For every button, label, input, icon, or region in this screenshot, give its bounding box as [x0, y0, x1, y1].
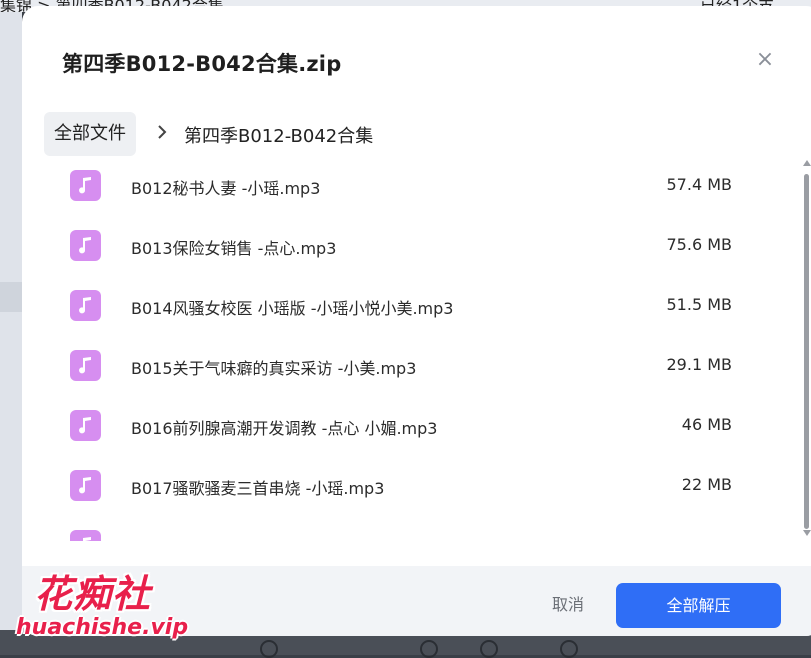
- file-name: B015关于气味癖的真实采访 -小美.mp3: [131, 359, 417, 378]
- background-sidebar-band: [0, 282, 22, 312]
- cancel-button[interactable]: 取消: [532, 586, 604, 624]
- breadcrumb-current: 第四季B012-B042合集: [184, 126, 374, 147]
- file-row[interactable]: B012秘书人妻 -小瑶.mp3 57.4 MB: [22, 156, 802, 216]
- file-list: B012秘书人妻 -小瑶.mp3 57.4 MB B013保险女销售 -点心.m…: [22, 156, 802, 541]
- background-toolbar-icon: [420, 640, 438, 658]
- music-file-icon: [70, 470, 101, 501]
- list-scrollbar[interactable]: [803, 156, 811, 541]
- file-row-partial[interactable]: [22, 516, 802, 541]
- background-toolbar-icon: [480, 640, 498, 658]
- background-toolbar-icon: [260, 640, 278, 658]
- music-file-icon: [70, 170, 101, 201]
- scrollbar-thumb[interactable]: [804, 174, 809, 529]
- file-name: B013保险女销售 -点心.mp3: [131, 239, 337, 258]
- chevron-right-icon: [152, 122, 172, 142]
- breadcrumb-root[interactable]: 全部文件: [44, 112, 136, 156]
- file-size: 29.1 MB: [666, 355, 733, 374]
- watermark-url: huachishe.vip: [16, 615, 189, 640]
- file-size: 46 MB: [681, 415, 732, 434]
- file-name: B017骚歌骚麦三首串烧 -小瑶.mp3: [131, 479, 385, 498]
- file-name: B016前列腺高潮开发调教 -点心 小媚.mp3: [131, 419, 438, 438]
- music-file-icon: [70, 290, 101, 321]
- watermark-logo: 花痴社 huachishe.vip: [0, 555, 215, 655]
- music-file-icon: [70, 350, 101, 381]
- file-size: 51.5 MB: [666, 295, 733, 314]
- music-file-icon: [70, 230, 101, 261]
- file-name: B014风骚女校医 小瑶版 -小瑶小悦小美.mp3: [131, 299, 454, 318]
- extract-all-button[interactable]: 全部解压: [616, 583, 781, 628]
- close-icon[interactable]: ×: [755, 49, 775, 71]
- file-row[interactable]: B015关于气味癖的真实采访 -小美.mp3 29.1 MB: [22, 336, 802, 396]
- background-toolbar-icon: [560, 640, 578, 658]
- file-row[interactable]: B014风骚女校医 小瑶版 -小瑶小悦小美.mp3 51.5 MB: [22, 276, 802, 336]
- dialog-title: 第四季B012-B042合集.zip: [62, 52, 342, 76]
- scroll-up-icon[interactable]: [803, 160, 811, 166]
- file-size: 75.6 MB: [666, 235, 733, 254]
- scroll-down-icon[interactable]: [803, 530, 811, 536]
- file-row[interactable]: B016前列腺高潮开发调教 -点心 小媚.mp3 46 MB: [22, 396, 802, 456]
- file-row[interactable]: B013保险女销售 -点心.mp3 75.6 MB: [22, 216, 802, 276]
- file-size: 22 MB: [681, 475, 732, 494]
- watermark-logo-text: 花痴社: [34, 572, 152, 616]
- music-file-icon: [70, 530, 101, 541]
- file-name: B012秘书人妻 -小瑶.mp3: [131, 179, 321, 198]
- music-file-icon: [70, 410, 101, 441]
- extract-dialog: 第四季B012-B042合集.zip × 全部文件 第四季B012-B042合集…: [22, 6, 811, 636]
- file-row[interactable]: B017骚歌骚麦三首串烧 -小瑶.mp3 22 MB: [22, 456, 802, 516]
- file-size: 57.4 MB: [666, 175, 733, 194]
